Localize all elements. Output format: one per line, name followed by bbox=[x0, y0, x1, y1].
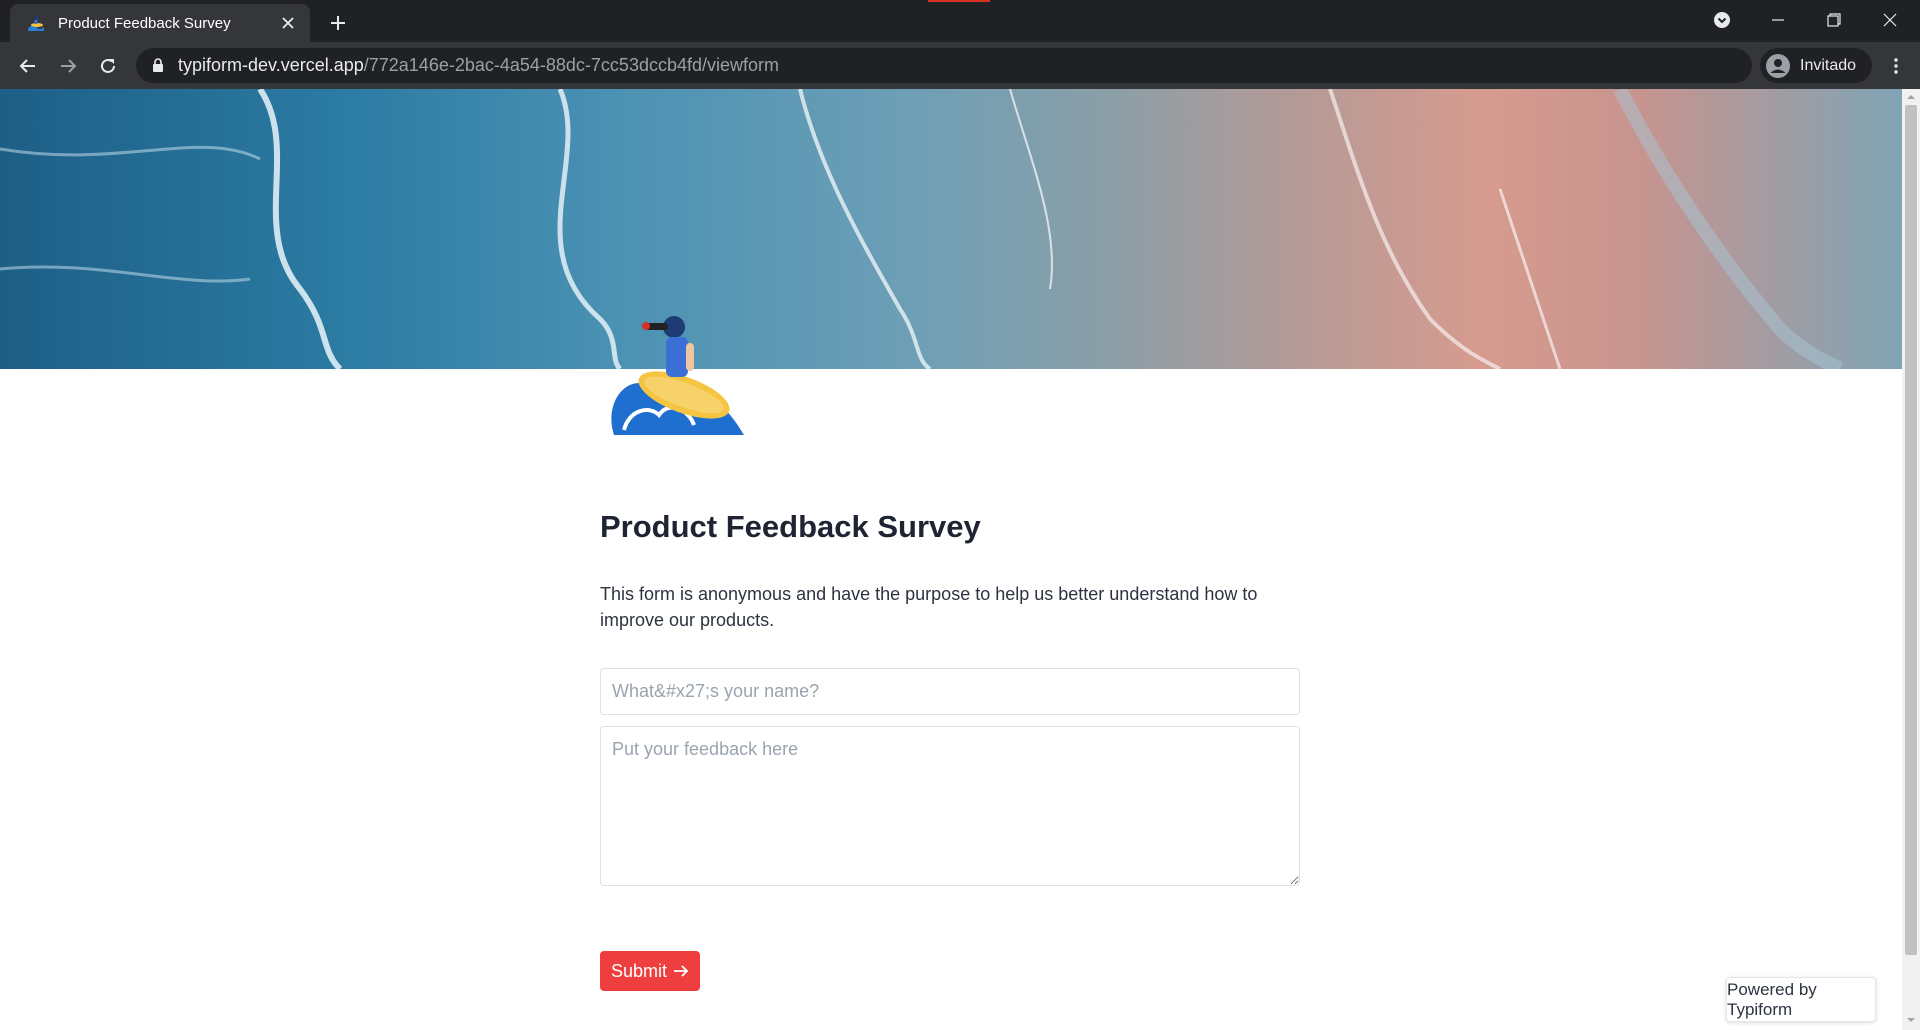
surfer-logo-icon bbox=[611, 316, 744, 435]
browser-tab[interactable]: Product Feedback Survey bbox=[10, 4, 310, 42]
forward-arrow-icon[interactable] bbox=[52, 50, 84, 82]
submit-button[interactable]: Submit bbox=[600, 951, 700, 991]
powered-by-badge[interactable]: Powered by Typiform bbox=[1726, 977, 1876, 1022]
ocean-waves-image bbox=[0, 89, 1844, 369]
feedback-textarea[interactable] bbox=[600, 726, 1300, 886]
scroll-down-icon[interactable] bbox=[1906, 1015, 1916, 1025]
tab-indicator bbox=[928, 0, 990, 2]
surfer-favicon-icon bbox=[28, 15, 44, 31]
name-input[interactable] bbox=[600, 668, 1300, 715]
profile-button[interactable]: Invitado bbox=[1760, 48, 1872, 83]
address-bar[interactable]: typiform-dev.vercel.app/772a146e-2bac-4a… bbox=[136, 48, 1752, 83]
browser-toolbar: typiform-dev.vercel.app/772a146e-2bac-4a… bbox=[0, 42, 1920, 89]
new-tab-icon[interactable] bbox=[324, 9, 352, 37]
url-host: typiform-dev.vercel.app bbox=[178, 55, 364, 75]
more-menu-icon[interactable] bbox=[1880, 50, 1912, 82]
profile-label: Invitado bbox=[1800, 56, 1857, 74]
back-arrow-icon[interactable] bbox=[12, 50, 44, 82]
browser-tab-bar: Product Feedback Survey bbox=[0, 0, 1920, 42]
submit-label: Submit bbox=[610, 960, 668, 981]
close-tab-icon[interactable] bbox=[276, 11, 300, 35]
close-window-icon[interactable] bbox=[1862, 0, 1918, 40]
url-path: /772a146e-2bac-4a54-88dc-7cc53dccb4fd/vi… bbox=[363, 55, 780, 75]
tab-title: Product Feedback Survey bbox=[58, 14, 231, 32]
tab-search-icon[interactable] bbox=[1694, 0, 1750, 40]
form-title: Product Feedback Survey bbox=[600, 509, 981, 544]
form-container: Product Feedback Survey This form is ano… bbox=[600, 509, 1300, 991]
arrow-right-icon bbox=[674, 965, 689, 977]
lock-icon bbox=[153, 58, 163, 72]
minimize-icon[interactable] bbox=[1750, 0, 1806, 40]
powered-by-label: Powered by Typiform bbox=[1727, 979, 1817, 1019]
avatar-icon bbox=[1766, 53, 1790, 78]
restore-icon[interactable] bbox=[1806, 0, 1862, 40]
page-scrollbar[interactable] bbox=[1902, 89, 1920, 1030]
scroll-thumb[interactable] bbox=[1905, 105, 1917, 955]
scroll-up-icon[interactable] bbox=[1906, 92, 1916, 102]
page-viewport: Product Feedback Survey This form is ano… bbox=[0, 89, 1902, 1030]
form-description: This form is anonymous and have the purp… bbox=[600, 584, 1258, 630]
cover-image bbox=[0, 89, 1902, 369]
reload-icon[interactable] bbox=[92, 50, 124, 82]
